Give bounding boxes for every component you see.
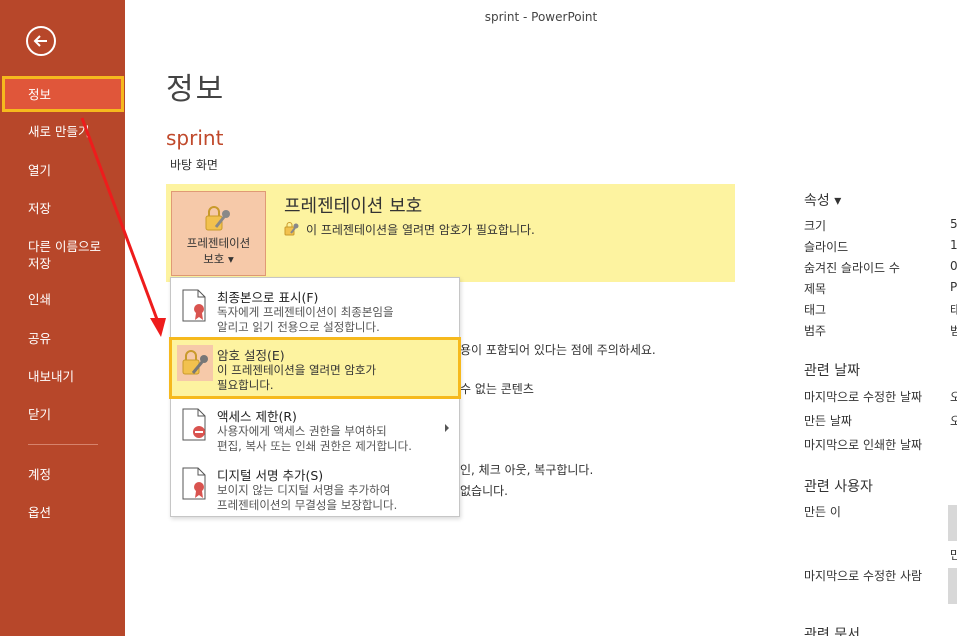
prop-label-category: 범주 <box>804 324 827 338</box>
people-label-last-modified: 마지막으로 수정한 사람 <box>804 569 923 583</box>
lock-key-icon <box>205 206 230 231</box>
date-value-created: 오 <box>950 414 957 428</box>
avatar[interactable] <box>948 505 957 541</box>
document-ribbon-icon <box>182 467 206 500</box>
lock-key-small-icon <box>284 222 299 236</box>
prop-value-category[interactable]: 범 <box>950 322 957 339</box>
people-label-author: 만든 이 <box>804 505 841 519</box>
nav-share[interactable]: 공유 <box>0 330 125 347</box>
date-label-printed: 마지막으로 인쇄한 날짜 <box>804 438 923 452</box>
menu-item-restrict-access[interactable]: 액세스 제한(R) 사용자에게 액세스 권한을 부여하되 편집, 복사 또는 인쇄… <box>171 400 459 458</box>
avatar[interactable] <box>948 568 957 604</box>
prop-value-tags[interactable]: 태 <box>950 301 957 318</box>
document-ribbon-icon <box>182 289 206 322</box>
menu-item-mark-final[interactable]: 최종본으로 표시(F) 독자에게 프레젠테이션이 최종본임을 알리고 읽기 전용으… <box>171 281 459 339</box>
menu-item-digital-signature[interactable]: 디지털 서명 추가(S) 보이지 않는 디지털 서명을 추가하여 프레젠테이션의 … <box>171 459 459 517</box>
nav-divider <box>28 444 98 445</box>
lock-key-icon <box>177 345 213 381</box>
menu-item-title: 암호 설정(E) <box>217 348 285 363</box>
prop-value-slides: 1 <box>950 238 957 252</box>
version-note: 인, 체크 아웃, 복구합니다. <box>460 463 594 477</box>
nav-print[interactable]: 인쇄 <box>0 291 125 308</box>
prop-value-size: 5 <box>950 217 957 231</box>
menu-item-title: 최종본으로 표시(F) <box>217 290 319 305</box>
page-title: 정보 <box>166 72 226 107</box>
date-label-modified: 마지막으로 수정한 날짜 <box>804 390 923 404</box>
related-people-header: 관련 사용자 <box>804 479 873 495</box>
back-button[interactable] <box>26 26 56 56</box>
nav-new[interactable]: 새로 만들기 <box>0 123 125 140</box>
related-docs-header: 관련 문서 <box>804 627 860 636</box>
properties-header[interactable]: 속성 ▾ <box>804 190 841 210</box>
people-initial: 만 <box>950 548 957 562</box>
nav-account[interactable]: 계정 <box>0 466 125 483</box>
menu-item-title: 디지털 서명 추가(S) <box>217 468 324 483</box>
submenu-arrow-icon <box>445 424 449 432</box>
menu-item-desc: 보이지 않는 디지털 서명을 추가하여 프레젠테이션의 무결성을 보장합니다. <box>217 483 398 512</box>
protect-button-label-2: 보호 ▾ <box>203 252 234 266</box>
prop-value-hidden-slides: 0 <box>950 259 957 273</box>
document-location[interactable]: 바탕 화면 <box>170 156 218 173</box>
prop-label-size: 크기 <box>804 219 827 233</box>
document-restricted-icon <box>182 408 206 441</box>
related-dates-header: 관련 날짜 <box>804 363 860 379</box>
menu-item-encrypt-password[interactable]: 암호 설정(E) 이 프레젠테이션을 열려면 암호가 필요합니다. <box>169 337 461 399</box>
version-note-2: 없습니다. <box>460 484 508 498</box>
protect-title: 프레젠테이션 보호 <box>284 196 423 217</box>
prop-label-title: 제목 <box>804 282 827 296</box>
annotation-arrow <box>80 117 166 337</box>
prop-label-tags: 태그 <box>804 303 827 317</box>
nav-save-as[interactable]: 다른 이름으로 저장 <box>0 238 110 272</box>
menu-item-desc: 독자에게 프레젠테이션이 최종본임을 알리고 읽기 전용으로 설정합니다. <box>217 305 394 334</box>
accessibility-note: 수 없는 콘텐츠 <box>460 382 534 396</box>
document-name: sprint <box>166 126 224 150</box>
backstage-sidebar: 정보 새로 만들기 열기 저장 다른 이름으로 저장 인쇄 공유 내보내기 닫기… <box>0 0 125 636</box>
nav-save[interactable]: 저장 <box>0 200 125 217</box>
protect-presentation-button[interactable]: 프레젠테이션 보호 ▾ <box>171 191 266 276</box>
menu-item-desc: 이 프레젠테이션을 열려면 암호가 필요합니다. <box>217 363 377 392</box>
nav-info[interactable]: 정보 <box>2 76 124 112</box>
prop-value-title[interactable]: P <box>950 280 957 294</box>
date-label-created: 만든 날짜 <box>804 414 852 428</box>
prop-label-slides: 슬라이드 <box>804 240 849 254</box>
prop-label-hidden-slides: 숨겨진 슬라이드 수 <box>804 261 900 275</box>
back-arrow-icon <box>33 35 47 47</box>
nav-close[interactable]: 닫기 <box>0 406 125 423</box>
date-value-modified: 오 <box>950 390 957 404</box>
nav-options[interactable]: 옵션 <box>0 504 125 521</box>
nav-open[interactable]: 열기 <box>0 162 125 179</box>
protect-description: 이 프레젠테이션을 열려면 암호가 필요합니다. <box>306 223 535 237</box>
inspect-note: 용이 포함되어 있다는 점에 주의하세요. <box>460 343 656 357</box>
menu-item-title: 액세스 제한(R) <box>217 409 297 424</box>
menu-item-desc: 사용자에게 액세스 권한을 부여하되 편집, 복사 또는 인쇄 권한은 제거합니다… <box>217 424 412 453</box>
nav-export[interactable]: 내보내기 <box>0 368 125 385</box>
window-title: sprint - PowerPoint <box>484 10 598 24</box>
protect-dropdown-menu: 최종본으로 표시(F) 독자에게 프레젠테이션이 최종본임을 알리고 읽기 전용으… <box>169 277 461 517</box>
protect-button-label-1: 프레젠테이션 <box>186 236 251 250</box>
